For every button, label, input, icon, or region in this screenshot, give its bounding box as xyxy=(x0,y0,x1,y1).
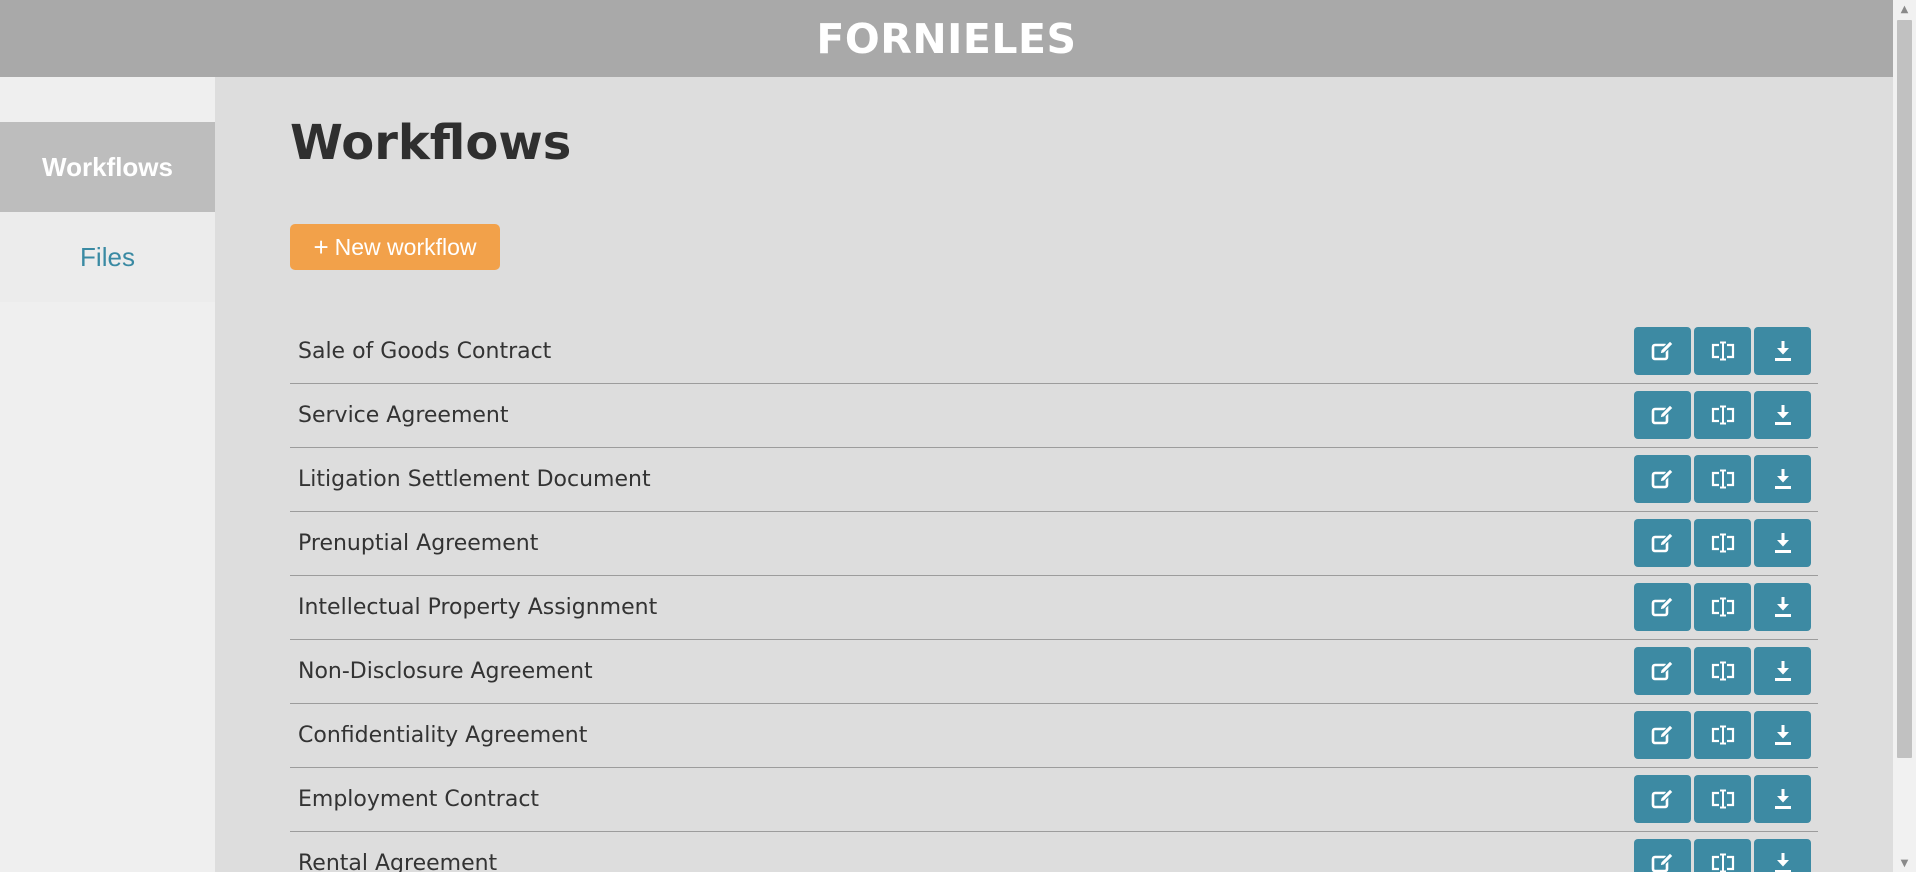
rename-icon xyxy=(1710,789,1736,809)
workflow-actions xyxy=(1634,839,1811,872)
edit-button[interactable] xyxy=(1634,775,1691,823)
workflow-actions xyxy=(1634,519,1811,567)
workflow-actions xyxy=(1634,583,1811,631)
download-icon xyxy=(1773,340,1793,362)
sidebar-item-label: Workflows xyxy=(42,151,173,182)
sidebar-item-workflows[interactable]: Workflows xyxy=(0,122,215,212)
edit-icon xyxy=(1651,852,1675,872)
download-button[interactable] xyxy=(1754,519,1811,567)
edit-button[interactable] xyxy=(1634,839,1691,872)
rename-icon xyxy=(1710,853,1736,872)
download-button[interactable] xyxy=(1754,711,1811,759)
workflow-actions xyxy=(1634,775,1811,823)
workflow-actions xyxy=(1634,455,1811,503)
rename-button[interactable] xyxy=(1694,775,1751,823)
rename-icon xyxy=(1710,341,1736,361)
workflow-actions xyxy=(1634,647,1811,695)
edit-button[interactable] xyxy=(1634,391,1691,439)
rename-icon xyxy=(1710,661,1736,681)
workflow-title[interactable]: Confidentiality Agreement xyxy=(298,704,587,767)
rename-button[interactable] xyxy=(1694,455,1751,503)
rename-icon xyxy=(1710,533,1736,553)
rename-button[interactable] xyxy=(1694,583,1751,631)
edit-button[interactable] xyxy=(1634,711,1691,759)
rename-icon xyxy=(1710,725,1736,745)
download-icon xyxy=(1773,724,1793,746)
rename-button[interactable] xyxy=(1694,839,1751,872)
edit-icon xyxy=(1651,596,1675,618)
sidebar-item-label: Files xyxy=(80,241,135,272)
edit-icon xyxy=(1651,532,1675,554)
download-icon xyxy=(1773,596,1793,618)
download-button[interactable] xyxy=(1754,775,1811,823)
download-icon xyxy=(1773,660,1793,682)
download-button[interactable] xyxy=(1754,391,1811,439)
sidebar: Workflows Files xyxy=(0,77,215,872)
download-button[interactable] xyxy=(1754,327,1811,375)
download-icon xyxy=(1773,852,1793,872)
rename-button[interactable] xyxy=(1694,519,1751,567)
workflow-row: Intellectual Property Assignment xyxy=(290,576,1818,640)
app-window: FORNIELES Workflows Files Workflows + Ne… xyxy=(0,0,1916,872)
rename-icon xyxy=(1710,597,1736,617)
workflow-row: Litigation Settlement Document xyxy=(290,448,1818,512)
edit-icon xyxy=(1651,340,1675,362)
rename-button[interactable] xyxy=(1694,647,1751,695)
download-button[interactable] xyxy=(1754,647,1811,695)
vertical-scrollbar[interactable]: ▲ ▼ xyxy=(1893,0,1916,872)
edit-button[interactable] xyxy=(1634,455,1691,503)
brand-logo[interactable]: FORNIELES xyxy=(816,15,1076,63)
scroll-up-arrow-icon[interactable]: ▲ xyxy=(1893,0,1916,18)
workflow-actions xyxy=(1634,391,1811,439)
workflow-row: Non-Disclosure Agreement xyxy=(290,640,1818,704)
rename-button[interactable] xyxy=(1694,711,1751,759)
workflow-title[interactable]: Sale of Goods Contract xyxy=(298,320,551,383)
edit-button[interactable] xyxy=(1634,647,1691,695)
workflow-title[interactable]: Intellectual Property Assignment xyxy=(298,576,657,639)
main-content: Workflows + New workflow Sale of Goods C… xyxy=(215,77,1893,872)
edit-icon xyxy=(1651,788,1675,810)
download-icon xyxy=(1773,468,1793,490)
workflow-row: Service Agreement xyxy=(290,384,1818,448)
download-button[interactable] xyxy=(1754,455,1811,503)
download-button[interactable] xyxy=(1754,839,1811,872)
download-button[interactable] xyxy=(1754,583,1811,631)
edit-icon xyxy=(1651,468,1675,490)
workflow-row: Prenuptial Agreement xyxy=(290,512,1818,576)
workflow-title[interactable]: Service Agreement xyxy=(298,384,508,447)
workflow-title[interactable]: Rental Agreement xyxy=(298,832,497,872)
edit-icon xyxy=(1651,724,1675,746)
page-title: Workflows xyxy=(290,115,572,171)
download-icon xyxy=(1773,788,1793,810)
workflow-list: Sale of Goods Contract Service Agreement L… xyxy=(290,320,1818,872)
edit-icon xyxy=(1651,404,1675,426)
plus-icon: + xyxy=(313,232,329,262)
workflow-title[interactable]: Litigation Settlement Document xyxy=(298,448,651,511)
download-icon xyxy=(1773,404,1793,426)
scroll-thumb[interactable] xyxy=(1897,20,1912,758)
rename-button[interactable] xyxy=(1694,327,1751,375)
top-bar: FORNIELES xyxy=(0,0,1893,77)
rename-icon xyxy=(1710,469,1736,489)
new-workflow-button[interactable]: + New workflow xyxy=(290,224,500,270)
scroll-down-arrow-icon[interactable]: ▼ xyxy=(1893,854,1916,872)
workflow-actions xyxy=(1634,711,1811,759)
edit-button[interactable] xyxy=(1634,327,1691,375)
workflow-title[interactable]: Non-Disclosure Agreement xyxy=(298,640,593,703)
download-icon xyxy=(1773,532,1793,554)
edit-button[interactable] xyxy=(1634,583,1691,631)
edit-icon xyxy=(1651,660,1675,682)
workflow-row: Confidentiality Agreement xyxy=(290,704,1818,768)
rename-button[interactable] xyxy=(1694,391,1751,439)
workflow-row: Employment Contract xyxy=(290,768,1818,832)
workflow-row: Sale of Goods Contract xyxy=(290,320,1818,384)
new-workflow-label: New workflow xyxy=(334,233,477,260)
workflow-title[interactable]: Prenuptial Agreement xyxy=(298,512,538,575)
workflow-row: Rental Agreement xyxy=(290,832,1818,872)
edit-button[interactable] xyxy=(1634,519,1691,567)
workflow-actions xyxy=(1634,327,1811,375)
rename-icon xyxy=(1710,405,1736,425)
workflow-title[interactable]: Employment Contract xyxy=(298,768,539,831)
sidebar-item-files[interactable]: Files xyxy=(0,212,215,302)
